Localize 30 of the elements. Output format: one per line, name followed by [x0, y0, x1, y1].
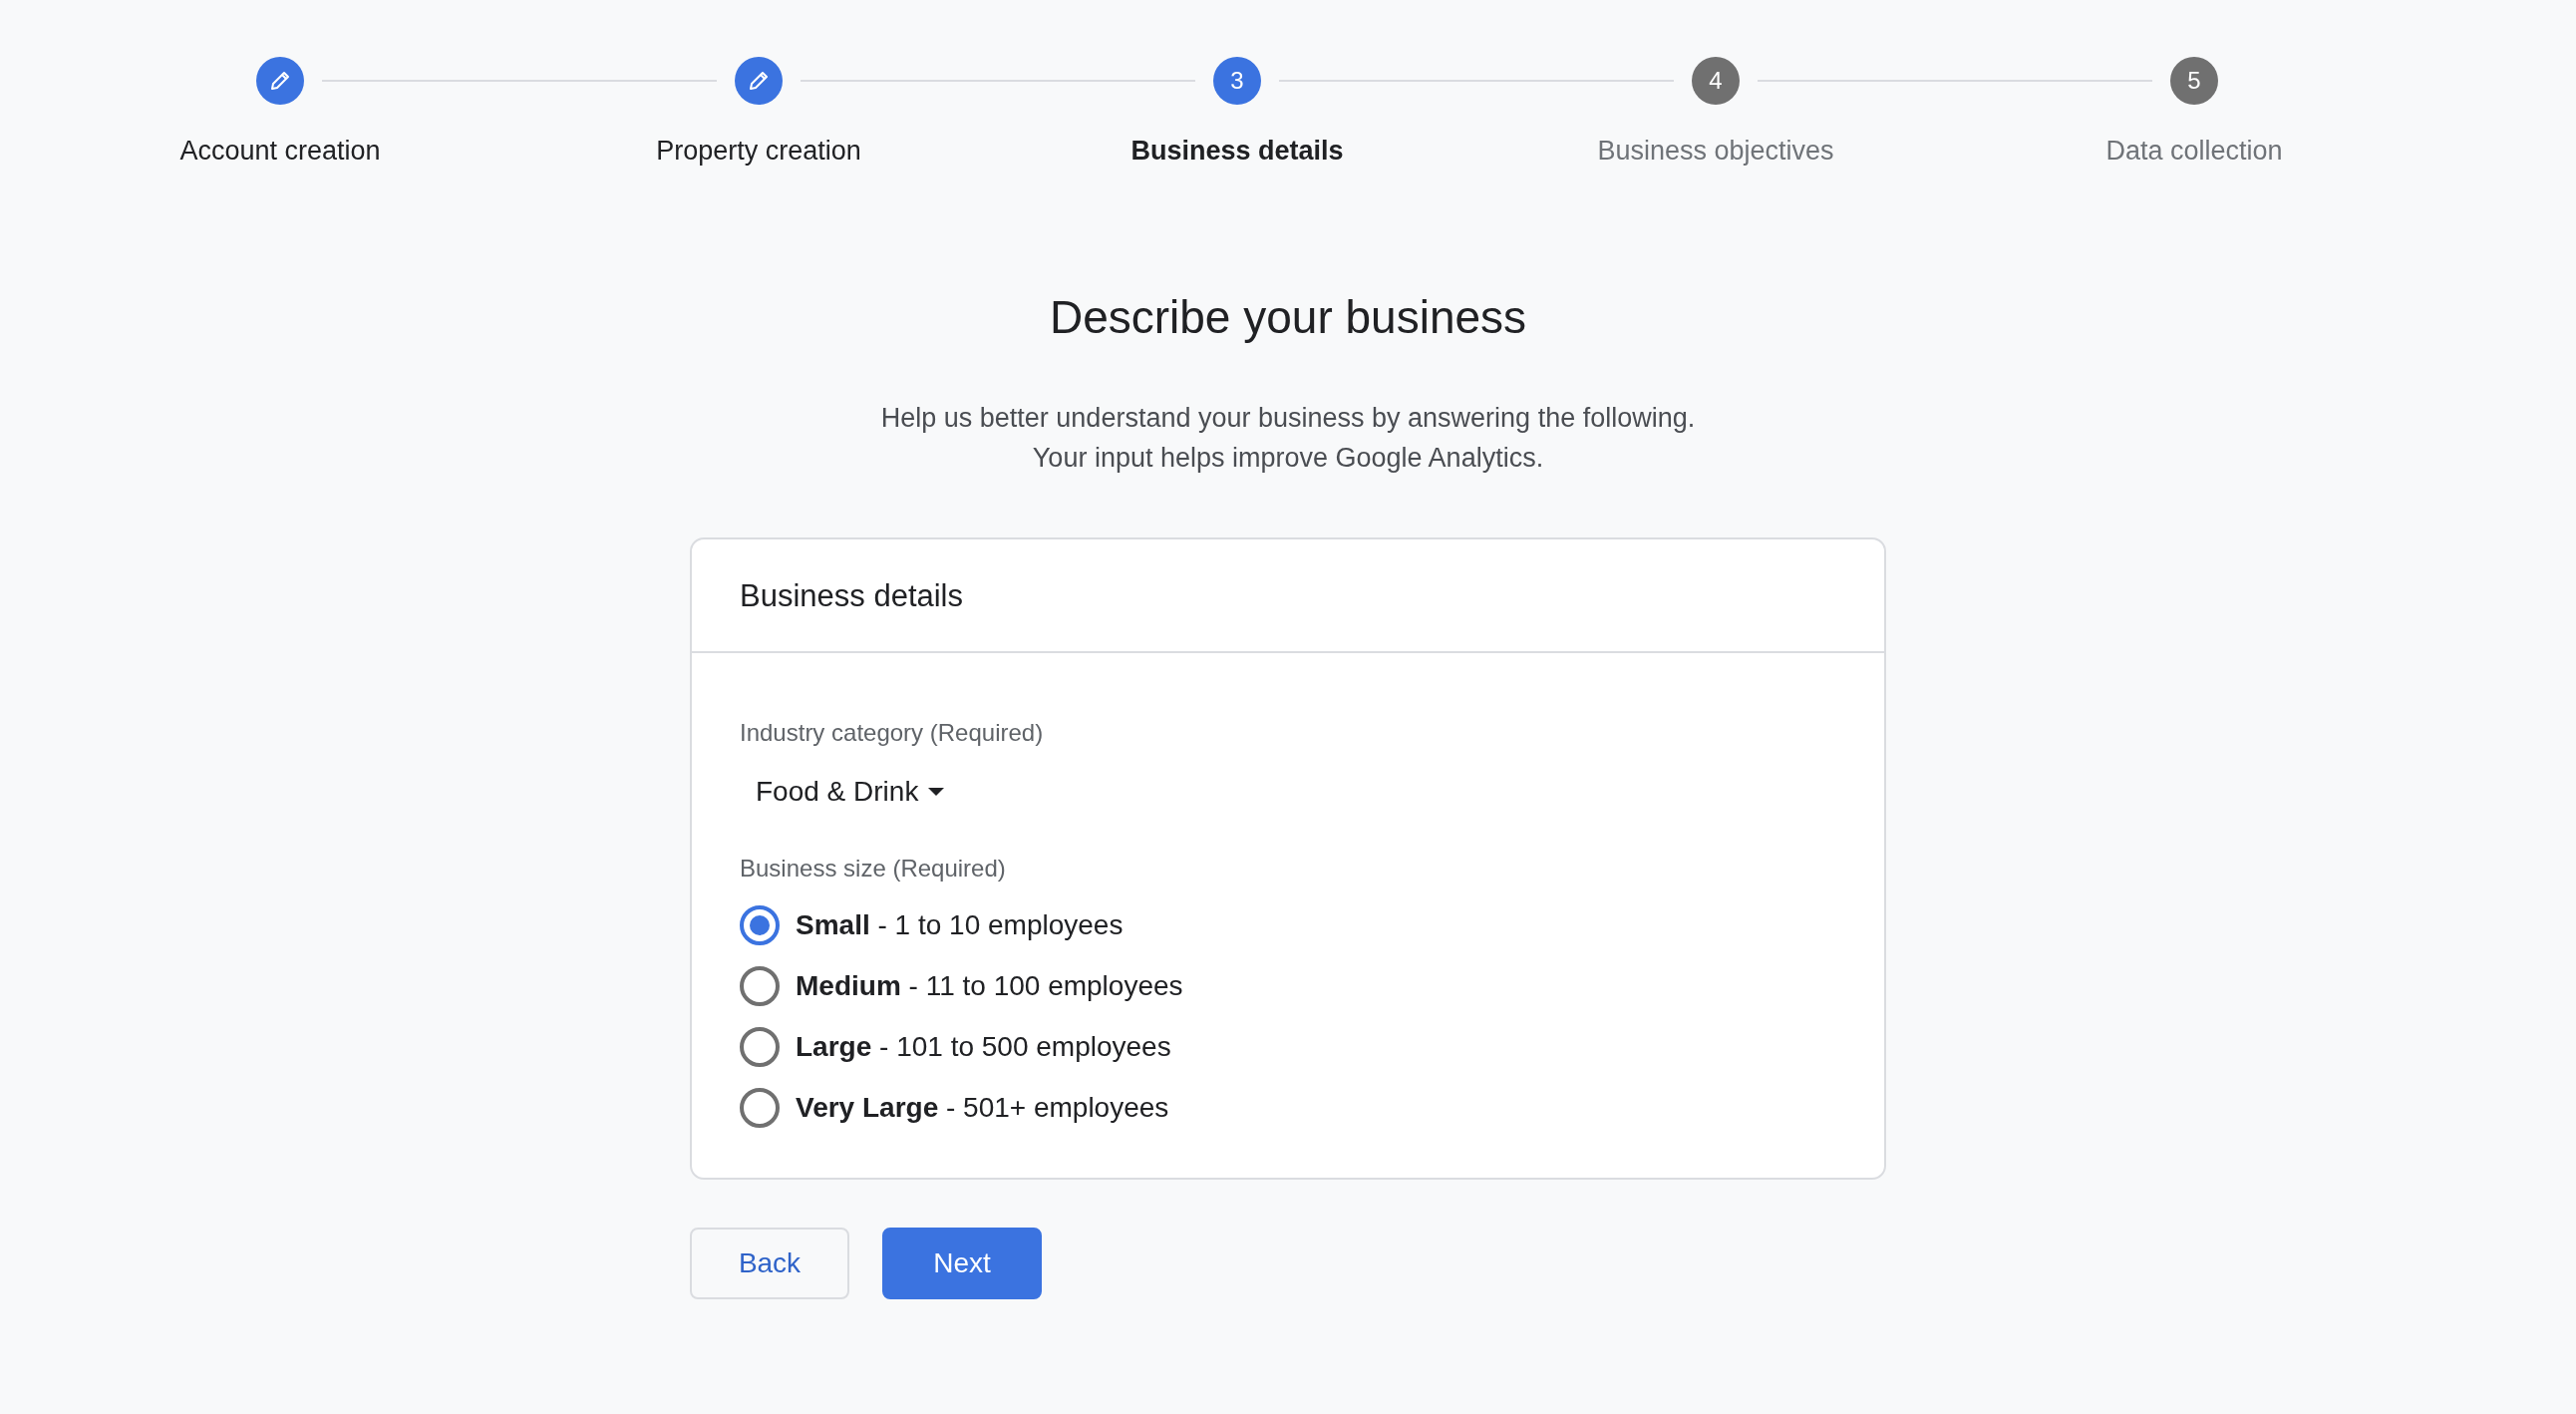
size-option[interactable]: Large - 101 to 500 employees: [740, 1016, 1171, 1077]
radio-button[interactable]: [740, 965, 780, 1006]
step-label: Property creation: [655, 135, 862, 168]
field-label: Industry category (Required): [740, 718, 1045, 748]
back-button[interactable]: Back: [690, 1228, 849, 1299]
option-label: Small - 1 to 10 employees: [796, 907, 1124, 942]
intro-text: Help us better understand your business by answering the following.: [879, 401, 1697, 435]
step-label: Business details: [1129, 135, 1345, 168]
option-label: Very Large - 501+ employees: [796, 1090, 1169, 1125]
option-label: Medium - 11 to 100 employees: [796, 968, 1183, 1003]
intro-text: Your input helps improve Google Analytics.: [1031, 441, 1545, 475]
page-heading: Describe your business: [1048, 289, 1528, 345]
step-label: Account creation: [178, 135, 382, 168]
next-button[interactable]: Next: [882, 1228, 1042, 1299]
size-option[interactable]: Medium - 11 to 100 employees: [740, 955, 1183, 1016]
industry-dropdown[interactable]: Food & Drink: [740, 757, 961, 827]
step-number: 5: [2170, 57, 2218, 105]
step-number: 4: [1692, 57, 1740, 105]
size-option[interactable]: Small - 1 to 10 employees: [740, 894, 1124, 955]
radio-button[interactable]: [740, 904, 780, 945]
step-number: 3: [1213, 57, 1261, 105]
step-label: Business objectives: [1596, 135, 1835, 168]
option-label: Large - 101 to 500 employees: [796, 1029, 1171, 1064]
radio-button[interactable]: [740, 1026, 780, 1067]
size-option[interactable]: Very Large - 501+ employees: [740, 1077, 1169, 1138]
step-label: Data collection: [2104, 135, 2284, 168]
card-title: Business details: [692, 538, 1884, 653]
caret-icon: [928, 788, 945, 796]
radio-button[interactable]: [740, 1087, 780, 1128]
field-label: Business size (Required): [740, 854, 1007, 884]
